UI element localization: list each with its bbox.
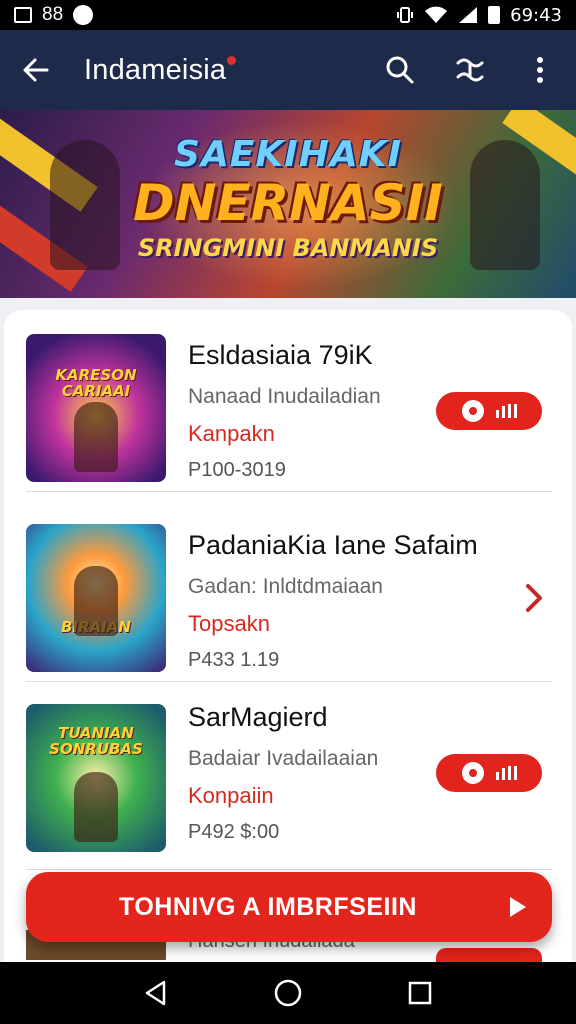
banner-headline-1: SAEKIHAKI: [174, 134, 402, 175]
status-left-text: 88: [42, 4, 64, 25]
record-icon: [461, 762, 484, 784]
thumbnail-caption: TUANIAN SONRUBAS: [49, 724, 143, 758]
status-right: 69:43: [396, 5, 562, 26]
title-badge: [227, 55, 237, 65]
thumbnail-hero: [74, 772, 118, 842]
home-circle-icon[interactable]: [268, 973, 308, 1013]
game-price: P492 $:00: [188, 821, 280, 843]
signal-icon: [458, 6, 478, 24]
game-subtitle: Gadan: Inldtdmaiaan: [188, 575, 383, 598]
app-bar: Indameisia: [0, 30, 576, 110]
list-item[interactable]: BIRAIAN PadaniaKia Iane Safaim Gadan: In…: [4, 500, 572, 682]
share-icon[interactable]: [452, 52, 488, 88]
system-nav-bar: [0, 962, 576, 1024]
banner-headline-3: SRINGMINI BANMANIS: [137, 234, 439, 262]
game-title: PadaniaKia Iane Safaim: [188, 530, 478, 560]
game-title: SarMagiеrd: [188, 702, 328, 732]
recents-square-icon[interactable]: [400, 973, 440, 1013]
back-triangle-icon[interactable]: [136, 973, 176, 1013]
game-title: Esldasiaia 79iK: [188, 340, 373, 370]
game-tag: Kanpakn: [188, 421, 275, 446]
app-actions: [382, 52, 558, 88]
game-thumbnail[interactable]: BIRAIAN: [26, 524, 166, 672]
cta-button[interactable]: TOHNIVG A IMBRFSEIIN: [26, 872, 552, 942]
game-subtitle: Badaiar Ivadailaaian: [188, 747, 379, 770]
game-tag: Konpaiin: [188, 783, 274, 808]
search-icon[interactable]: [382, 52, 418, 88]
thumbnail-hero: [74, 402, 118, 472]
vibrate-icon: [396, 6, 414, 24]
game-subtitle: Nanaad Inudailadian: [188, 385, 381, 408]
thumbnail-caption: KARESON CARIAAI: [55, 366, 137, 400]
promo-banner[interactable]: SAEKIHAKI DNERNASII SRINGMINI BANMANIS: [0, 110, 576, 298]
game-thumbnail[interactable]: KARESON CARIAAI: [26, 334, 166, 482]
game-thumbnail[interactable]: TUANIAN SONRUBAS: [26, 704, 166, 852]
battery-icon: [488, 6, 501, 24]
app-title: Indameisia: [84, 53, 237, 87]
banner-headline-2: DNERNASII: [133, 174, 443, 232]
list-item[interactable]: KARESON CARIAAI Esldasiaia 79iK Nanaad I…: [4, 310, 572, 492]
status-time: 69:43: [510, 4, 562, 26]
bars-icon: [495, 766, 517, 780]
cta-label: TOHNIVG A IMBRFSEIIN: [119, 892, 417, 921]
bars-icon: [495, 404, 517, 418]
record-icon: [461, 400, 484, 422]
chevron-right-icon[interactable]: [516, 580, 552, 616]
image-icon: [14, 7, 32, 23]
play-icon: [510, 897, 526, 917]
thumbnail-hero: [74, 566, 118, 636]
game-info: SarMagiеrd Badaiar Ivadailaaian Konpaiin…: [188, 702, 378, 844]
game-info: PadaniaKia Iane Safaim Gadan: Inldtdmaia…: [188, 530, 478, 672]
game-price: P433 1.19: [188, 649, 280, 671]
play-pill-button[interactable]: [436, 754, 542, 792]
status-left: 88: [14, 4, 94, 26]
peek-pill-button: [436, 948, 542, 962]
game-price: P100-3019: [188, 459, 286, 481]
wifi-icon: [424, 6, 448, 24]
game-tag: Topsakn: [188, 611, 270, 636]
divider: [26, 869, 552, 870]
notification-dot-icon: [73, 5, 94, 25]
game-list: KARESON CARIAAI Esldasiaia 79iK Nanaad I…: [4, 310, 572, 970]
back-arrow-icon[interactable]: [18, 52, 54, 88]
app-title-text: Indameisia: [84, 53, 227, 86]
list-item[interactable]: TUANIAN SONRUBAS SarMagiеrd Badaiar Ivad…: [4, 682, 572, 870]
play-pill-button[interactable]: [436, 392, 542, 430]
status-bar: 88 69:43: [0, 0, 576, 30]
game-info: Esldasiaia 79iK Nanaad Inudailadian Kanp…: [188, 340, 381, 482]
divider: [26, 491, 552, 492]
more-vert-icon[interactable]: [522, 52, 558, 88]
